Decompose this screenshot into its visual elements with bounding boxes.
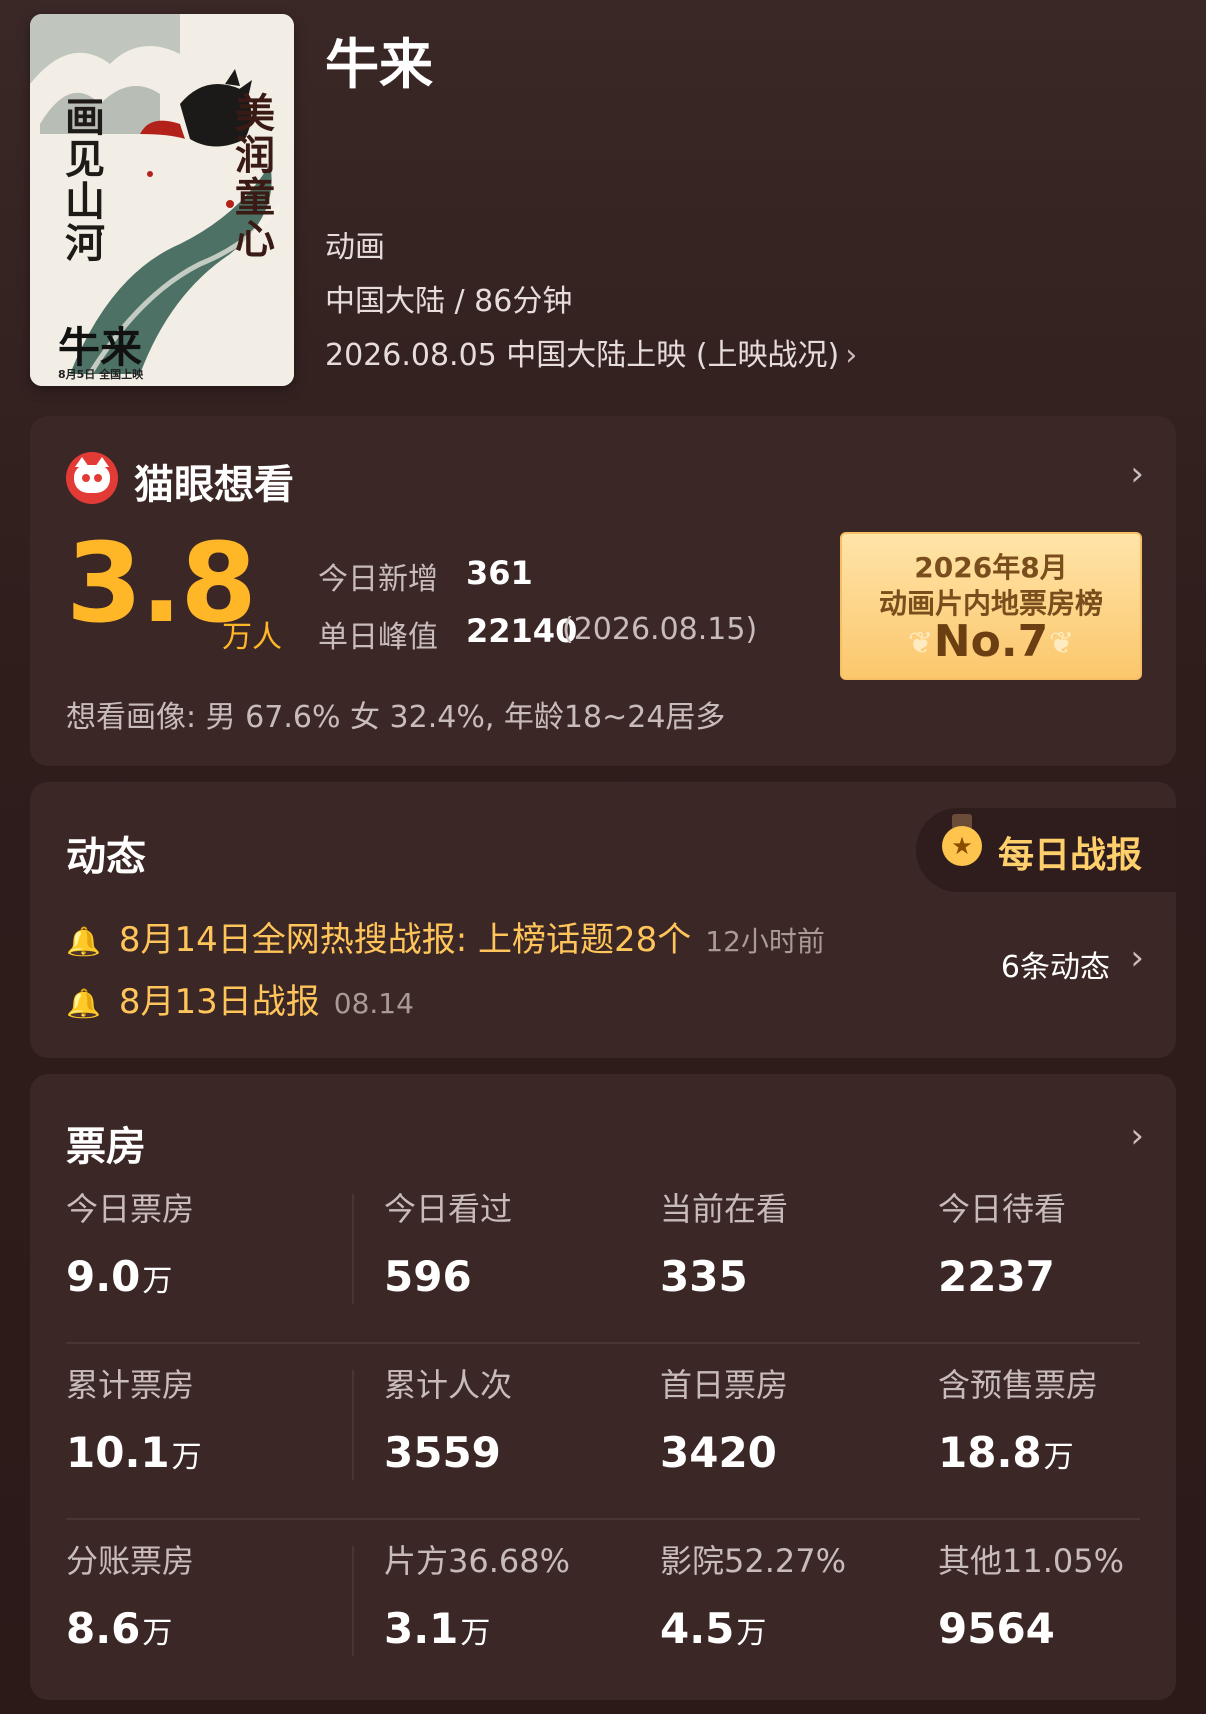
wish-card[interactable]: 猫眼想看 › 3.8 万人 今日新增 361 单日峰值 22140 (2026.… — [30, 416, 1176, 766]
daily-report-label: 每日战报 — [998, 835, 1143, 876]
stat-unit: 万 — [1043, 1440, 1074, 1475]
chevron-right-icon[interactable]: › — [1130, 938, 1144, 978]
stat-value: 596 — [384, 1252, 472, 1301]
boxoffice-title: 票房 — [66, 1124, 146, 1170]
stat-value: 9.0 — [66, 1252, 141, 1301]
boxoffice-row: 分账票房 8.6万 片方36.68% 3.1万 影院52.27% 4.5万 其他… — [66, 1536, 1140, 1712]
audience-persona: 想看画像: 男 67.6% 女 32.4%, 年龄18~24居多 — [66, 700, 726, 735]
movie-genre: 动画 — [325, 230, 385, 265]
stat-cell: 累计票房 10.1万 — [66, 1360, 202, 1477]
column-divider — [352, 1194, 354, 1304]
stat-label: 含预售票房 — [938, 1366, 1099, 1404]
row-divider — [66, 1518, 1140, 1520]
stat-value: 8.6 — [66, 1604, 141, 1653]
release-info-text: 2026.08.05 中国大陆上映 (上映战况) — [325, 338, 840, 373]
news-title: 动态 — [66, 834, 146, 880]
poster-slogan-right: 美润童心 — [228, 92, 275, 260]
stat-value: 3420 — [660, 1428, 777, 1477]
stat-cell: 分账票房 8.6万 — [66, 1536, 194, 1653]
stat-label: 今日票房 — [66, 1190, 195, 1228]
peak-date: (2026.08.15) — [562, 612, 758, 647]
news-item-time: 08.14 — [333, 987, 414, 1020]
stat-value: 9564 — [938, 1604, 1055, 1653]
boxoffice-card: 票房 › 今日票房 9.0万 今日看过 596 当前在看 335 今日待看 22… — [30, 1074, 1176, 1700]
stat-label: 累计人次 — [384, 1366, 513, 1404]
column-divider — [352, 1546, 354, 1656]
bell-icon: 🔔 — [66, 987, 101, 1020]
stat-value: 3559 — [384, 1428, 501, 1477]
wish-count-unit: 万人 — [222, 620, 282, 655]
stat-unit: 万 — [736, 1616, 767, 1651]
stat-label: 影院52.27% — [660, 1542, 847, 1580]
stat-value: 18.8 — [938, 1428, 1042, 1477]
stat-cell: 今日待看 2237 — [938, 1184, 1066, 1301]
peak-label: 单日峰值 — [318, 620, 438, 655]
stat-label: 片方36.68% — [384, 1542, 571, 1580]
release-info-link[interactable]: 2026.08.05 中国大陆上映 (上映战况) › — [325, 330, 857, 374]
news-item-text: 8月14日全网热搜战报: 上榜话题28个 — [118, 920, 692, 960]
news-item-text: 8月13日战报 — [118, 982, 320, 1022]
stat-unit: 万 — [171, 1440, 202, 1475]
stat-value: 3.1 — [384, 1604, 459, 1653]
stat-cell: 今日看过 596 — [384, 1184, 512, 1301]
laurel-icon: ❦ — [1048, 626, 1074, 661]
poster-date: 8月5日 全国上映 — [58, 368, 144, 381]
stat-value: 10.1 — [66, 1428, 170, 1477]
news-item[interactable]: 🔔 8月13日战报 08.14 — [66, 974, 414, 1023]
chevron-right-icon: › — [845, 338, 858, 373]
stat-value: 335 — [660, 1252, 748, 1301]
stat-cell: 当前在看 335 — [660, 1184, 788, 1301]
wish-title: 猫眼想看 — [134, 462, 294, 508]
stat-label: 累计票房 — [66, 1366, 195, 1404]
stat-label: 今日待看 — [938, 1190, 1067, 1228]
stat-label: 当前在看 — [660, 1190, 789, 1228]
news-card: 动态 ★ 每日战报 🔔 8月14日全网热搜战报: 上榜话题28个 12小时前 🔔 8月… — [30, 782, 1176, 1058]
today-new-value: 361 — [466, 554, 533, 592]
stat-unit: 万 — [142, 1264, 173, 1299]
boxoffice-row: 累计票房 10.1万 累计人次 3559 首日票房 3420 含预售票房 18.… — [66, 1360, 1140, 1536]
movie-title: 牛来 — [325, 33, 433, 96]
stat-value: 4.5 — [660, 1604, 735, 1653]
stat-cell: 其他11.05% 9564 — [938, 1536, 1124, 1653]
stat-cell: 含预售票房 18.8万 — [938, 1360, 1098, 1477]
chevron-right-icon[interactable]: › — [1130, 1116, 1144, 1156]
stat-label: 分账票房 — [66, 1542, 195, 1580]
maoyan-cat-logo-icon — [66, 452, 118, 504]
movie-poster[interactable]: 画见山河 美润童心 牛来 8月5日 全国上映 — [30, 14, 294, 386]
stat-cell: 首日票房 3420 — [660, 1360, 788, 1477]
stat-cell: 影院52.27% 4.5万 — [660, 1536, 846, 1653]
news-item-time: 12小时前 — [705, 925, 825, 958]
bell-icon: 🔔 — [66, 925, 101, 958]
ranking-badge[interactable]: 2026年8月 动画片内地票房榜 ❦ No.7 ❦ — [840, 532, 1142, 680]
badge-period: 2026年8月 — [914, 551, 1068, 584]
badge-rank: No.7 — [933, 616, 1049, 667]
movie-region-duration: 中国大陆 / 86分钟 — [325, 284, 573, 319]
row-divider — [66, 1342, 1140, 1344]
medal-icon: ★ — [942, 826, 982, 866]
stat-unit: 万 — [460, 1616, 491, 1651]
daily-report-button[interactable]: ★ 每日战报 — [916, 808, 1176, 892]
stat-label: 今日看过 — [384, 1190, 513, 1228]
today-new-label: 今日新增 — [318, 562, 438, 597]
stat-unit: 万 — [142, 1616, 173, 1651]
stat-label: 首日票房 — [660, 1366, 789, 1404]
stat-value: 2237 — [938, 1252, 1055, 1301]
boxoffice-row: 今日票房 9.0万 今日看过 596 当前在看 335 今日待看 2237 — [66, 1184, 1140, 1360]
peak-value: 22140 — [466, 612, 578, 650]
news-item[interactable]: 🔔 8月14日全网热搜战报: 上榜话题28个 12小时前 — [66, 912, 825, 961]
poster-slogan-left: 画见山河 — [58, 96, 105, 264]
chevron-right-icon[interactable]: › — [1130, 454, 1144, 494]
more-news-link[interactable]: 6条动态 — [1001, 942, 1110, 986]
stat-label: 其他11.05% — [938, 1542, 1125, 1580]
stat-cell: 累计人次 3559 — [384, 1360, 512, 1477]
stat-cell: 今日票房 9.0万 — [66, 1184, 194, 1301]
column-divider — [352, 1370, 354, 1480]
stat-cell: 片方36.68% 3.1万 — [384, 1536, 570, 1653]
